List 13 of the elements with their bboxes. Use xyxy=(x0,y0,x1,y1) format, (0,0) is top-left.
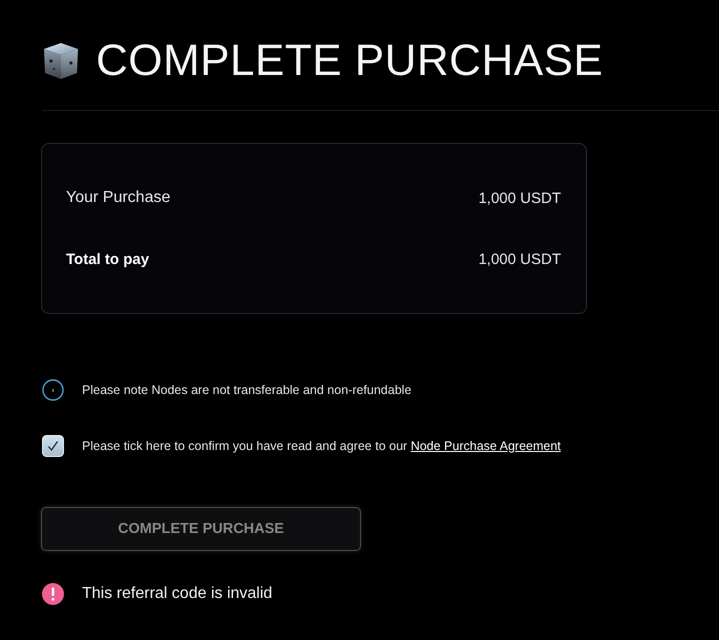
notice-text: Please note Nodes are not transferable and non-refundable xyxy=(82,383,412,397)
alert-icon xyxy=(42,583,64,605)
page-title: COMPLETE PURCHASE xyxy=(96,42,604,80)
agreement-checkbox[interactable] xyxy=(42,435,64,457)
summary-value: 1,000 USDT xyxy=(478,250,561,268)
info-icon xyxy=(42,379,64,401)
summary-label: Total to pay xyxy=(66,250,150,268)
agreement-text: Please tick here to confirm you have read and agree to our Node Purchase Agreement xyxy=(82,439,561,453)
error-message: This referral code is invalid xyxy=(82,585,272,603)
summary-value: 1,000 USDT xyxy=(478,190,561,206)
summary-label: Your Purchase xyxy=(66,189,170,207)
cube-icon xyxy=(42,42,80,80)
agreement-link[interactable]: Node Purchase Agreement xyxy=(410,439,561,453)
